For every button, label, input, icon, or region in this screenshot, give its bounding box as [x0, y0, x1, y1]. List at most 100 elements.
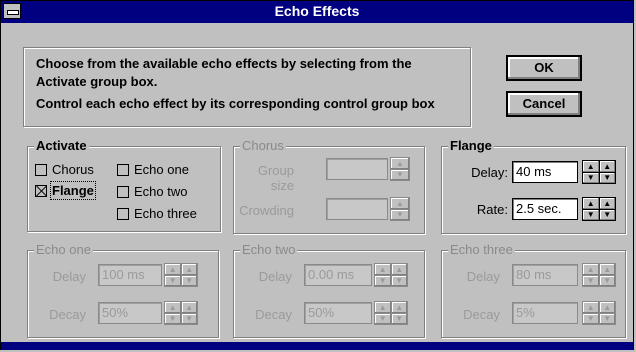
- flange-delay-field[interactable]: 40 ms: [512, 161, 578, 183]
- echo-two-decay-down-fast-icon[interactable]: ▼: [391, 313, 407, 324]
- echo-three-group: Echo three Delay 80 ms ▲ ▲ ▼ ▼ Decay 5% …: [441, 242, 626, 338]
- echo-two-checkbox-label: Echo two: [134, 184, 188, 199]
- bottom-edge: [1, 342, 633, 350]
- echo-two-delay-label: Delay: [258, 269, 292, 284]
- crowding-field[interactable]: [326, 198, 388, 220]
- chorus-group-label: Chorus: [240, 138, 286, 153]
- echo-three-decay-up-fast-icon[interactable]: ▲: [599, 302, 615, 313]
- activate-group: Activate Chorus Flange Echo one Echo two…: [27, 138, 221, 232]
- echo-one-group-label: Echo one: [34, 242, 93, 257]
- flange-checkbox-label: Flange: [50, 181, 96, 200]
- flange-rate-up-fast-icon[interactable]: ▲: [599, 198, 615, 209]
- echo-three-delay-up-fast-icon[interactable]: ▲: [599, 264, 615, 275]
- flange-delay-up-icon[interactable]: ▲: [583, 161, 599, 172]
- chorus-checkbox-label: Chorus: [52, 162, 94, 177]
- group-size-field[interactable]: [326, 158, 388, 180]
- echo-one-decay-up-fast-icon[interactable]: ▲: [181, 302, 197, 313]
- title-bar: Echo Effects: [1, 1, 633, 23]
- echo-three-decay-field[interactable]: 5%: [512, 302, 578, 324]
- echo-one-decay-down-icon[interactable]: ▼: [165, 313, 181, 324]
- flange-checkbox[interactable]: Flange: [35, 181, 96, 200]
- group-size-spinner[interactable]: ▲ ▼: [390, 157, 410, 181]
- echo-three-checkbox-label: Echo three: [134, 206, 197, 221]
- group-size-up-icon[interactable]: ▲: [391, 158, 409, 169]
- flange-delay-up-fast-icon[interactable]: ▲: [599, 161, 615, 172]
- echo-one-delay-label: Delay: [52, 269, 86, 284]
- flange-delay-label: Delay:: [471, 165, 508, 180]
- echo-three-delay-up-icon[interactable]: ▲: [583, 264, 599, 275]
- echo-one-decay-spinner[interactable]: ▲ ▲ ▼ ▼: [164, 301, 198, 325]
- flange-rate-field[interactable]: 2.5 sec.: [512, 198, 578, 220]
- echo-three-delay-field[interactable]: 80 ms: [512, 264, 578, 286]
- echo-three-checkbox[interactable]: Echo three: [117, 206, 197, 221]
- echo-three-decay-up-icon[interactable]: ▲: [583, 302, 599, 313]
- ok-button[interactable]: OK: [506, 55, 582, 81]
- chorus-checkbox[interactable]: Chorus: [35, 162, 94, 177]
- flange-delay-spinner[interactable]: ▲ ▲ ▼ ▼: [582, 160, 616, 184]
- echo-one-delay-up-icon[interactable]: ▲: [165, 264, 181, 275]
- flange-checkbox-box[interactable]: [35, 184, 47, 197]
- flange-rate-spinner[interactable]: ▲ ▲ ▼ ▼: [582, 197, 616, 221]
- crowding-spinner[interactable]: ▲ ▼: [390, 197, 410, 221]
- echo-one-delay-field[interactable]: 100 ms: [98, 264, 162, 286]
- echo-one-decay-down-fast-icon[interactable]: ▼: [181, 313, 197, 324]
- echo-two-delay-up-fast-icon[interactable]: ▲: [391, 264, 407, 275]
- crowding-down-icon[interactable]: ▼: [391, 209, 409, 220]
- echo-effects-dialog: Echo Effects Choose from the available e…: [0, 0, 634, 350]
- echo-two-delay-spinner[interactable]: ▲ ▲ ▼ ▼: [374, 263, 408, 287]
- echo-one-delay-spinner[interactable]: ▲ ▲ ▼ ▼: [164, 263, 198, 287]
- instructions-line-2: Activate group box.: [36, 74, 158, 89]
- flange-group-label: Flange: [448, 138, 494, 153]
- flange-rate-label: Rate:: [476, 202, 508, 217]
- flange-rate-down-icon[interactable]: ▼: [583, 209, 599, 220]
- echo-three-checkbox-box[interactable]: [117, 207, 129, 220]
- chorus-group: Chorus Group size ▲ ▼ Crowding ▲ ▼: [233, 138, 425, 234]
- echo-three-delay-down-fast-icon[interactable]: ▼: [599, 275, 615, 286]
- echo-one-delay-up-fast-icon[interactable]: ▲: [181, 264, 197, 275]
- chorus-checkbox-box[interactable]: [35, 163, 47, 176]
- group-size-label: Group size: [257, 163, 294, 193]
- activate-group-label: Activate: [34, 138, 89, 153]
- echo-three-delay-down-icon[interactable]: ▼: [583, 275, 599, 286]
- echo-two-group: Echo two Delay 0.00 ms ▲ ▲ ▼ ▼ Decay 50%…: [233, 242, 425, 338]
- group-size-down-icon[interactable]: ▼: [391, 169, 409, 180]
- echo-three-decay-down-icon[interactable]: ▼: [583, 313, 599, 324]
- echo-one-decay-field[interactable]: 50%: [98, 302, 162, 324]
- instructions-box: Choose from the available echo effects b…: [23, 47, 471, 127]
- crowding-up-icon[interactable]: ▲: [391, 198, 409, 209]
- echo-two-delay-field[interactable]: 0.00 ms: [304, 264, 372, 286]
- echo-one-checkbox-label: Echo one: [134, 162, 189, 177]
- echo-two-delay-down-fast-icon[interactable]: ▼: [391, 275, 407, 286]
- echo-two-delay-up-icon[interactable]: ▲: [375, 264, 391, 275]
- echo-one-delay-down-icon[interactable]: ▼: [165, 275, 181, 286]
- crowding-label: Crowding: [239, 203, 294, 218]
- echo-one-delay-down-fast-icon[interactable]: ▼: [181, 275, 197, 286]
- echo-two-decay-down-icon[interactable]: ▼: [375, 313, 391, 324]
- echo-two-checkbox[interactable]: Echo two: [117, 184, 187, 199]
- echo-one-group: Echo one Delay 100 ms ▲ ▲ ▼ ▼ Decay 50% …: [27, 242, 219, 338]
- window-title: Echo Effects: [274, 3, 360, 19]
- echo-three-delay-label: Delay: [466, 269, 500, 284]
- echo-two-decay-field[interactable]: 50%: [304, 302, 372, 324]
- flange-rate-up-icon[interactable]: ▲: [583, 198, 599, 209]
- echo-one-checkbox-box[interactable]: [117, 163, 129, 176]
- flange-delay-down-fast-icon[interactable]: ▼: [599, 172, 615, 183]
- echo-one-decay-label: Decay: [49, 307, 86, 322]
- echo-two-decay-up-icon[interactable]: ▲: [375, 302, 391, 313]
- echo-one-decay-up-icon[interactable]: ▲: [165, 302, 181, 313]
- echo-three-decay-down-fast-icon[interactable]: ▼: [599, 313, 615, 324]
- echo-three-decay-spinner[interactable]: ▲ ▲ ▼ ▼: [582, 301, 616, 325]
- echo-one-checkbox[interactable]: Echo one: [117, 162, 189, 177]
- instructions-line-1: Choose from the available echo effects b…: [36, 56, 412, 71]
- flange-delay-down-icon[interactable]: ▼: [583, 172, 599, 183]
- instructions-line-3: Control each echo effect by its correspo…: [36, 96, 435, 111]
- echo-two-decay-spinner[interactable]: ▲ ▲ ▼ ▼: [374, 301, 408, 325]
- cancel-button[interactable]: Cancel: [506, 91, 582, 117]
- echo-two-group-label: Echo two: [240, 242, 298, 257]
- echo-three-delay-spinner[interactable]: ▲ ▲ ▼ ▼: [582, 263, 616, 287]
- flange-group: Flange Delay: 40 ms ▲ ▲ ▼ ▼ Rate: 2.5 se…: [441, 138, 626, 234]
- echo-two-checkbox-box[interactable]: [117, 185, 129, 198]
- echo-two-decay-up-fast-icon[interactable]: ▲: [391, 302, 407, 313]
- echo-two-delay-down-icon[interactable]: ▼: [375, 275, 391, 286]
- flange-rate-down-fast-icon[interactable]: ▼: [599, 209, 615, 220]
